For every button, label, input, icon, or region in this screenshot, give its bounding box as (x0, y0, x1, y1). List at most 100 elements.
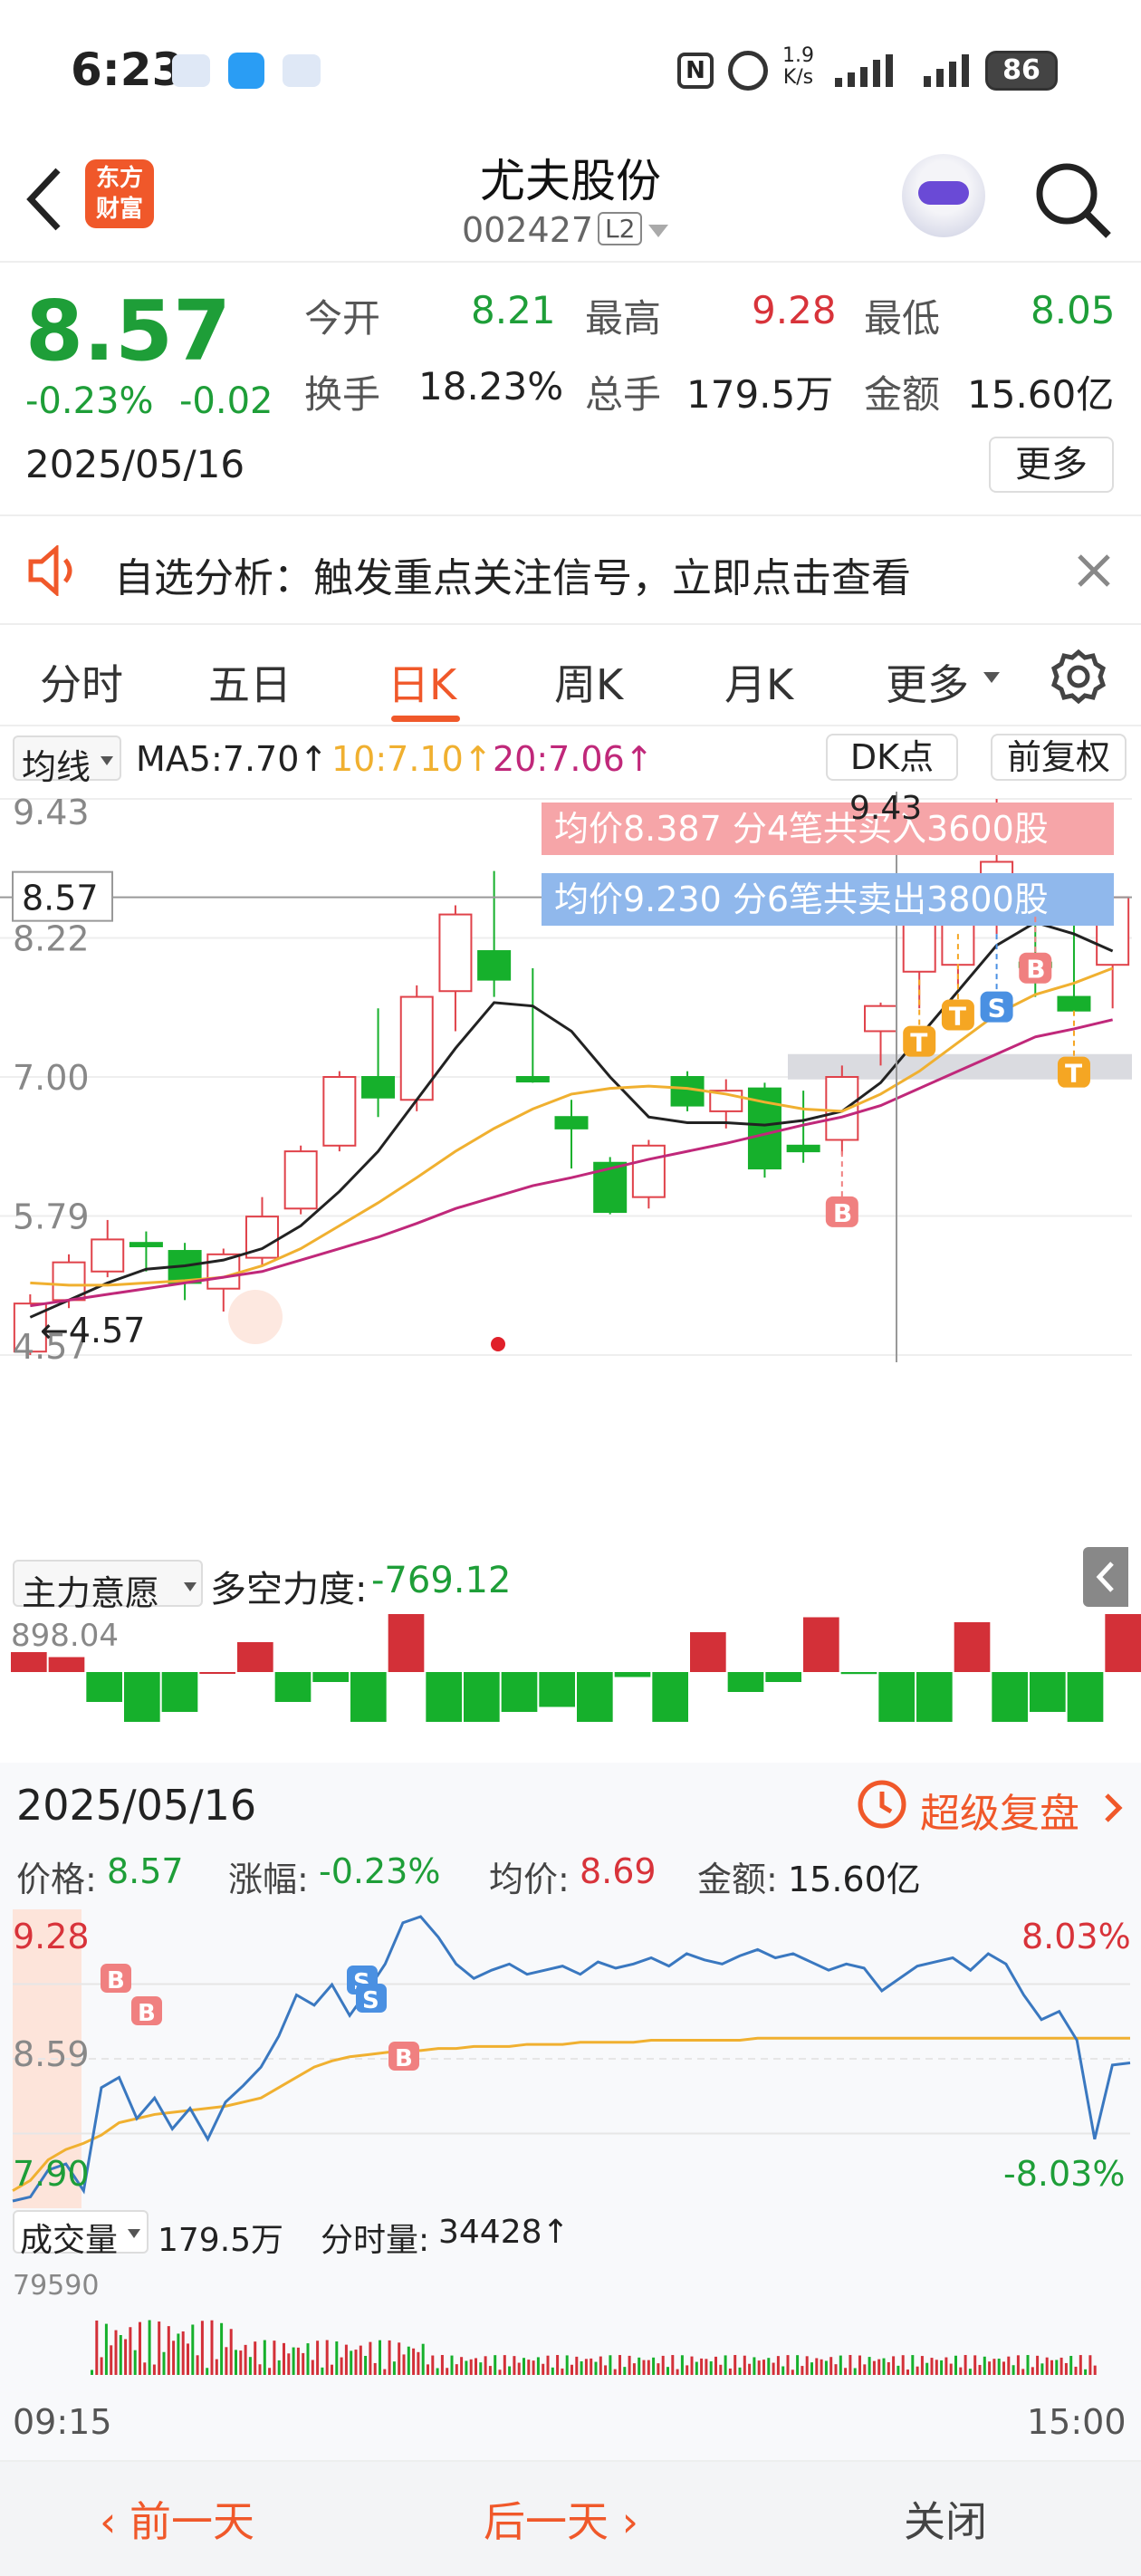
more-quote-button[interactable]: 更多 (989, 437, 1114, 493)
trade-marker-label: B (107, 1967, 125, 1994)
volume-bar (815, 2358, 819, 2375)
volume-bar (1021, 2369, 1025, 2375)
chevron-down-icon (983, 672, 1000, 683)
volume-bar (676, 2369, 679, 2375)
tab-weekly-k[interactable]: 周K (554, 652, 623, 712)
volume-bar (882, 2358, 886, 2375)
adjust-button[interactable]: 前复权 (991, 734, 1127, 781)
candle-body (91, 1238, 125, 1273)
volume-bar (839, 2355, 842, 2375)
tab-five-day[interactable]: 五日 (208, 652, 292, 712)
volume-bar (901, 2355, 905, 2375)
volume-bar (392, 2361, 396, 2375)
dk-point-button[interactable]: DK点 (826, 734, 958, 781)
y-axis-label: 7.00 (13, 1058, 90, 1098)
volume-bar (618, 2355, 621, 2375)
search-icon[interactable] (1032, 159, 1114, 241)
chevron-down-icon[interactable] (647, 223, 670, 239)
battery-icon: 86 (985, 51, 1058, 91)
close-button[interactable]: 关闭 (904, 2489, 987, 2549)
candle-body (361, 1076, 396, 1099)
volume-bar (940, 2360, 944, 2375)
volume-bar (565, 2355, 569, 2375)
volume-bar (849, 2355, 852, 2375)
notice-bar[interactable]: 自选分析：触发重点关注信号，立即点击查看 (0, 518, 1141, 625)
trade-marker-label: B (833, 1198, 852, 1228)
volume-bar (609, 2355, 612, 2375)
indicator-bar (954, 1622, 991, 1672)
volume-bar (235, 2350, 237, 2375)
volume-bar (546, 2355, 550, 2375)
volume-bar (853, 2368, 857, 2375)
history-clock-icon[interactable] (855, 1777, 909, 1831)
tab-timeshare[interactable]: 分时 (40, 652, 123, 712)
trade-marker-label: T (1065, 1059, 1082, 1089)
volume-bar (743, 2355, 746, 2375)
close-icon[interactable] (1074, 551, 1114, 591)
indicator-bar (501, 1672, 538, 1712)
open-value: 8.21 (471, 288, 556, 332)
chevron-right-icon[interactable] (1099, 1790, 1127, 1826)
volume-bar (436, 2368, 439, 2375)
volume-bar (200, 2321, 204, 2375)
volume-bar (417, 2351, 420, 2375)
indicator-bar (840, 1672, 877, 1675)
volume-bar (632, 2363, 636, 2375)
price-label: 价格: (16, 1860, 97, 1899)
volume-bar (916, 2366, 919, 2375)
volume-bar (791, 2369, 794, 2375)
quote-panel: 8.57 -0.23% -0.02 2025/05/16 今开 8.21 最高 … (0, 264, 1141, 516)
y-axis-label: 8.22 (13, 919, 90, 959)
collapse-button[interactable] (1083, 1547, 1128, 1607)
volume-bar (690, 2356, 694, 2375)
status-time: 6:23 (71, 43, 184, 96)
prev-day-button[interactable]: ‹ 前一天 (100, 2489, 254, 2549)
volume-bar (925, 2362, 929, 2375)
tab-monthly-k[interactable]: 月K (724, 652, 793, 712)
volume-bar (820, 2359, 823, 2375)
robot-assistant-icon[interactable] (902, 154, 985, 237)
gear-icon[interactable] (1050, 649, 1107, 705)
volume-bar (801, 2366, 804, 2375)
status-bar: 6:23 N 1.9 K/s 86 (0, 0, 1141, 136)
candle-body (129, 1242, 163, 1247)
volume-bar (824, 2360, 828, 2375)
next-day-button[interactable]: 后一天 › (484, 2489, 638, 2549)
volume-bar (162, 2351, 166, 2375)
indicator-selector[interactable]: 主力意愿 (13, 1560, 203, 1613)
indicator-bar (274, 1672, 312, 1702)
buy-note: 均价8.387 分4笔共买入3600股 (554, 809, 1049, 849)
volume-bar (369, 2341, 372, 2375)
volume-bar (287, 2353, 291, 2375)
level2-badge[interactable]: L2 (598, 212, 643, 245)
tab-more[interactable]: 更多 (886, 652, 969, 712)
volume-bar (143, 2362, 147, 2375)
volume-bar (1040, 2363, 1044, 2375)
volume-bar (844, 2368, 848, 2375)
peak-price-label: 9.43 (849, 792, 922, 827)
trade-marker-label: B (138, 2000, 156, 2027)
volume-bar (469, 2359, 473, 2375)
volume-bar (705, 2359, 708, 2375)
volume-bar (340, 2357, 343, 2375)
volume-bar (590, 2358, 593, 2375)
volume-bar (805, 2356, 809, 2375)
amount-value: 15.60亿 (967, 372, 1115, 417)
tab-daily-k[interactable]: 日K (388, 652, 456, 712)
indicator-bar (1030, 1672, 1066, 1712)
volume-bar (1007, 2356, 1011, 2375)
indicator-bar (577, 1672, 613, 1722)
ma5-value: MA5:7.70↑ (136, 739, 329, 779)
volume-selector[interactable]: 成交量 (13, 2210, 149, 2259)
volume-bar (561, 2368, 564, 2375)
intraday-chart[interactable]: BBSSB (0, 1909, 1141, 2208)
ma-selector[interactable]: 均线 (13, 735, 121, 787)
amount-label: 金额 (864, 372, 941, 417)
super-replay-button[interactable]: 超级复盘 (920, 1781, 1079, 1839)
volume-bar (551, 2367, 554, 2375)
volume-bar (1088, 2355, 1092, 2375)
volume-bar (508, 2366, 512, 2375)
kline-chart[interactable]: 9.438.227.005.794.578.57均价8.387 分4笔共买入36… (0, 792, 1141, 1371)
volume-bar (753, 2357, 756, 2375)
volume-bar (110, 2345, 113, 2375)
